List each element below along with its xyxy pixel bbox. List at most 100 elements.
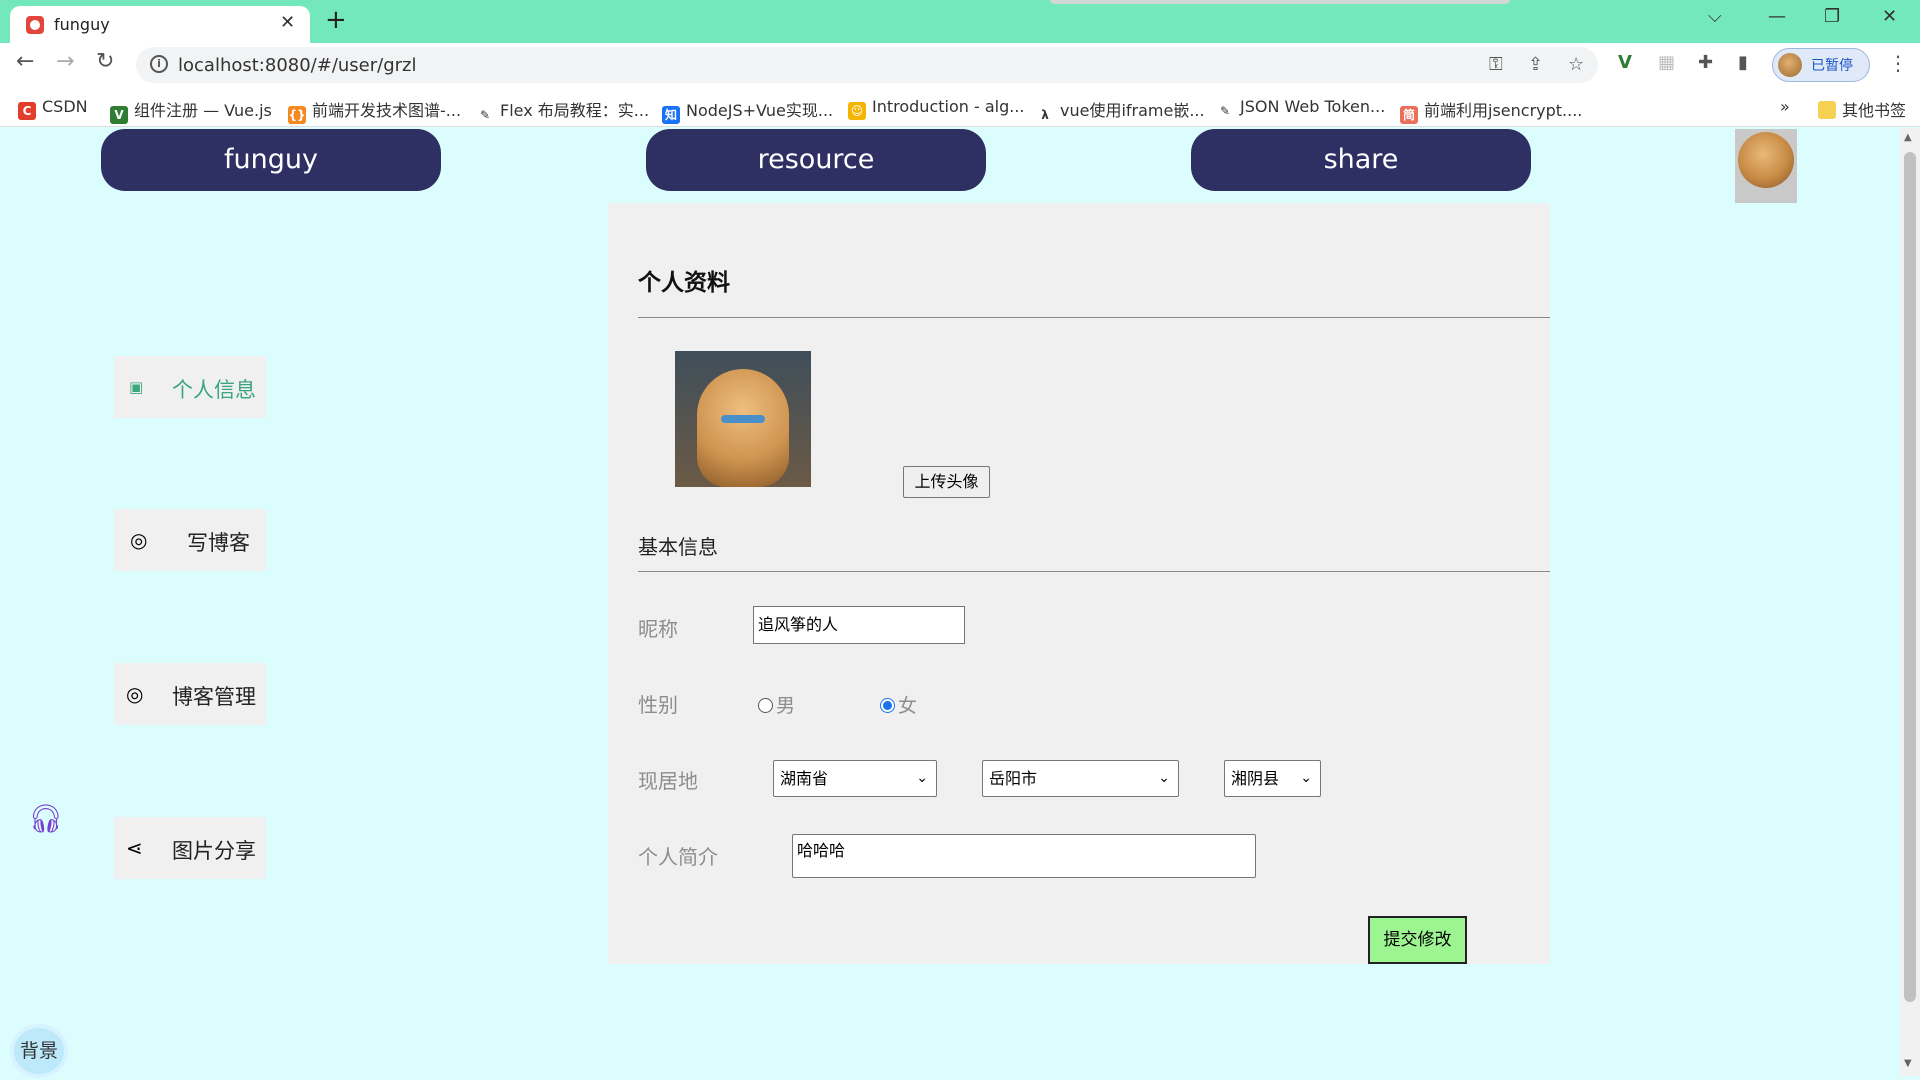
- extensions-puzzle-icon[interactable]: ✚: [1698, 52, 1713, 73]
- gender-radio-female[interactable]: 女: [880, 691, 917, 718]
- province-select[interactable]: 湖南省 ⌄: [773, 760, 937, 797]
- page-scrollbar[interactable]: ▲ ▼: [1900, 128, 1920, 1076]
- folder-icon: [1818, 101, 1836, 119]
- radio-circle-checked[interactable]: [880, 698, 895, 713]
- url-text[interactable]: localhost:8080/#/user/grzl: [178, 55, 416, 76]
- tab-close-icon[interactable]: ✕: [280, 12, 295, 33]
- swirl-icon: ◎: [126, 682, 144, 706]
- share-nodes-icon: ⋖: [126, 836, 143, 860]
- close-window-button[interactable]: ✕: [1882, 6, 1897, 27]
- nav-resource[interactable]: resource: [646, 129, 986, 191]
- chevron-down-icon: ⌄: [916, 770, 928, 786]
- code-bracket-icon: {}: [288, 106, 306, 124]
- feather-icon: ✎: [1216, 102, 1234, 120]
- side-panel-icon[interactable]: ▮: [1738, 52, 1748, 73]
- bookmark-jwt[interactable]: ✎ JSON Web Token...: [1216, 97, 1385, 120]
- chevron-down-icon: ⌄: [1158, 770, 1170, 786]
- background-button[interactable]: 背景: [14, 1028, 64, 1074]
- bookmark-nodejs-vue[interactable]: 知 NodeJS+Vue实现...: [662, 97, 833, 124]
- title-divider: [638, 317, 1550, 318]
- nickname-input[interactable]: 追风筝的人: [753, 606, 965, 644]
- share-page-icon[interactable]: ⇪: [1528, 54, 1543, 75]
- browser-menu-icon[interactable]: ⋮: [1888, 51, 1908, 75]
- gender-label: 性别: [638, 693, 678, 717]
- sidebar-item-label: 图片分享: [172, 839, 256, 863]
- profile-avatar-image: [675, 351, 811, 487]
- profile-panel: 个人资料 上传头像 基本信息 昵称 追风筝的人 性别 男 女 现居地 湖南省 ⌄ …: [608, 203, 1550, 964]
- page-title: 个人资料: [638, 270, 730, 296]
- back-arrow-icon[interactable]: ←: [16, 49, 34, 74]
- scroll-up-arrow-icon[interactable]: ▲: [1904, 132, 1912, 143]
- bookmark-vue[interactable]: V 组件注册 — Vue.js: [110, 97, 272, 124]
- dog-figure: [697, 369, 789, 487]
- basic-info-title: 基本信息: [638, 535, 718, 559]
- bio-label: 个人简介: [638, 845, 718, 869]
- upload-avatar-button[interactable]: 上传头像: [903, 466, 990, 498]
- location-label: 现居地: [638, 769, 698, 793]
- section-divider: [638, 571, 1550, 572]
- scroll-down-arrow-icon[interactable]: ▼: [1904, 1058, 1912, 1069]
- sidebar-item-blog-manage[interactable]: ◎ 博客管理: [114, 663, 266, 725]
- vue-devtools-icon[interactable]: V: [1618, 52, 1632, 73]
- address-bar[interactable]: i localhost:8080/#/user/grzl ⚿ ⇪ ☆: [136, 47, 1598, 83]
- zhihu-icon: 知: [662, 106, 680, 124]
- user-avatar-image: [1738, 132, 1794, 188]
- bookmarks-bar: C CSDN V 组件注册 — Vue.js {} 前端开发技术图谱-... ✎ Fle…: [0, 87, 1920, 127]
- radio-circle[interactable]: [758, 698, 773, 713]
- bio-textarea[interactable]: 哈哈哈: [792, 834, 1256, 878]
- bookmark-flex[interactable]: ✎ Flex 布局教程：实...: [476, 97, 649, 124]
- tab-title: funguy: [54, 15, 110, 34]
- minimize-button[interactable]: —: [1768, 6, 1786, 27]
- sidebar-item-personal-info[interactable]: ▣ 个人信息: [114, 356, 266, 418]
- restore-button[interactable]: ❐: [1824, 6, 1840, 27]
- user-avatar[interactable]: [1735, 129, 1797, 203]
- lambda-icon: λ: [1036, 106, 1054, 124]
- profile-avatar: [1778, 53, 1802, 77]
- profile-button[interactable]: 已暂停: [1772, 48, 1870, 82]
- bookmark-frontend-map[interactable]: {} 前端开发技术图谱-...: [288, 97, 461, 124]
- swirl-icon: ◎: [130, 528, 148, 552]
- headset-icon[interactable]: 🎧︎: [28, 802, 64, 835]
- city-select[interactable]: 岳阳市 ⌄: [982, 760, 1179, 797]
- tab-search-dropdown-icon[interactable]: ⌵: [1708, 6, 1722, 27]
- tab-search-indicator: [1050, 0, 1510, 4]
- bookmark-introduction[interactable]: ☺ Introduction - alg...: [848, 97, 1025, 120]
- more-bookmarks-button[interactable]: »: [1780, 97, 1790, 116]
- profile-status-text: 已暂停: [1811, 58, 1853, 74]
- bookmark-vue-iframe[interactable]: λ vue使用iframe嵌...: [1036, 97, 1205, 124]
- chevron-down-icon: ⌄: [1300, 770, 1312, 786]
- feather-icon: ✎: [476, 106, 494, 124]
- browser-toolbar: ← → ↻ i localhost:8080/#/user/grzl ⚿ ⇪ ☆…: [0, 43, 1920, 87]
- jianshu-icon: 简: [1400, 106, 1418, 124]
- bookmark-jsencrypt[interactable]: 简前端利用jsencrypt....: [1400, 97, 1582, 124]
- site-favicon-icon: [26, 16, 44, 34]
- reload-icon[interactable]: ↻: [96, 49, 114, 74]
- key-icon[interactable]: ⚿: [1489, 54, 1503, 75]
- extension-grid-icon[interactable]: ▦: [1658, 52, 1675, 73]
- sidebar-item-image-share[interactable]: ⋖ 图片分享: [114, 817, 266, 879]
- tab-strip: funguy ✕ + ⌵ — ❐ ✕: [0, 0, 1920, 43]
- sidebar-item-write-blog[interactable]: ◎ 写博客: [114, 509, 266, 571]
- bookmark-csdn[interactable]: C CSDN: [18, 97, 88, 120]
- other-bookmarks-folder[interactable]: 其他书签: [1818, 97, 1906, 121]
- nickname-label: 昵称: [638, 617, 678, 641]
- nav-funguy[interactable]: funguy: [101, 129, 441, 191]
- user-card-icon: ▣: [129, 378, 144, 396]
- site-info-icon[interactable]: i: [150, 55, 168, 73]
- county-select[interactable]: 湘阴县 ⌄: [1224, 760, 1321, 797]
- tab-funguy[interactable]: funguy ✕: [10, 6, 310, 43]
- sidebar-item-label: 博客管理: [172, 685, 256, 709]
- submit-button[interactable]: 提交修改: [1368, 916, 1467, 964]
- vue-icon: V: [110, 106, 128, 124]
- forward-arrow-icon[interactable]: →: [56, 49, 74, 74]
- gender-radio-male[interactable]: 男: [758, 691, 795, 718]
- new-tab-button[interactable]: +: [325, 6, 347, 34]
- csdn-icon: C: [18, 102, 36, 120]
- sidebar-item-label: 写博客: [187, 531, 250, 555]
- emoji-icon: ☺: [848, 102, 866, 120]
- dog-collar: [721, 415, 765, 423]
- scrollbar-thumb[interactable]: [1904, 152, 1916, 1002]
- nav-share[interactable]: share: [1191, 129, 1531, 191]
- sidebar-item-label: 个人信息: [172, 378, 256, 402]
- bookmark-star-icon[interactable]: ☆: [1568, 54, 1584, 75]
